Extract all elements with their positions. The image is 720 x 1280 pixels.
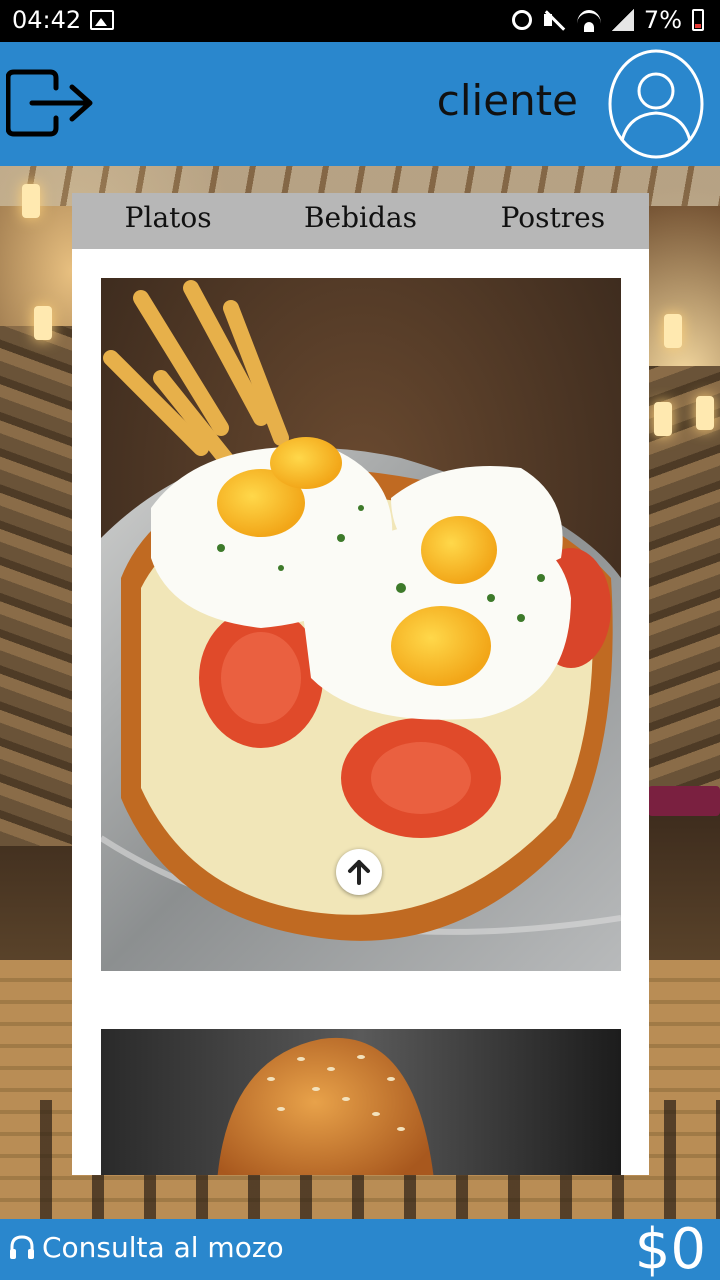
tab-platos[interactable]: Platos xyxy=(72,193,264,249)
page-title: cliente xyxy=(436,76,578,125)
order-total: $0 xyxy=(634,1217,706,1280)
logout-icon xyxy=(5,69,93,137)
battery-icon xyxy=(692,9,704,31)
bottom-bar: Consulta al mozo $0 xyxy=(0,1217,720,1280)
status-time: 04:42 xyxy=(12,6,82,34)
arrow-up-icon xyxy=(348,860,370,885)
dish-image-burger[interactable] xyxy=(101,1029,621,1175)
tab-bebidas[interactable]: Bebidas xyxy=(264,193,456,249)
battery-percentage: 7% xyxy=(643,6,682,34)
gallery-notification-icon xyxy=(90,10,114,30)
menu-card: Platos Bebidas Postres xyxy=(72,193,649,1175)
profile-button[interactable] xyxy=(608,49,704,159)
status-icons: 7% xyxy=(511,6,704,34)
mute-icon xyxy=(542,8,566,32)
scroll-to-top-button[interactable] xyxy=(336,849,382,895)
logout-button[interactable] xyxy=(5,68,94,138)
call-waiter-label: Consulta al mozo xyxy=(42,1231,284,1264)
status-bar: 04:42 7% xyxy=(0,0,720,42)
headset-icon xyxy=(10,1234,34,1259)
signal-icon xyxy=(611,9,634,31)
wifi-icon xyxy=(576,10,602,32)
tab-postres[interactable]: Postres xyxy=(457,193,649,249)
app-header: cliente xyxy=(0,42,720,166)
user-avatar-icon xyxy=(608,49,704,159)
call-waiter-button[interactable]: Consulta al mozo xyxy=(8,1231,284,1264)
alarm-icon xyxy=(511,10,532,30)
category-tabs: Platos Bebidas Postres xyxy=(72,193,649,249)
